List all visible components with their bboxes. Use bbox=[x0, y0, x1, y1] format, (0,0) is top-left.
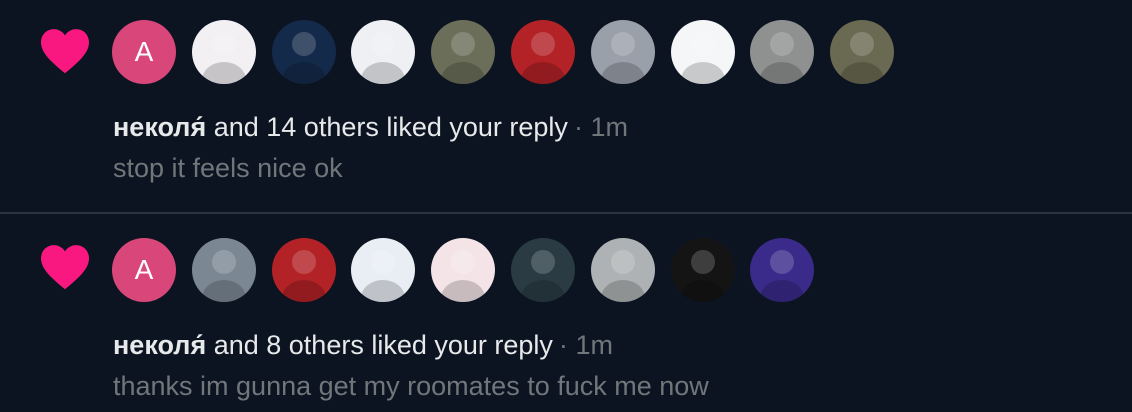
avatar-image bbox=[760, 250, 805, 302]
avatar-image bbox=[600, 250, 645, 302]
avatar-image bbox=[840, 32, 885, 84]
avatar-image bbox=[201, 32, 246, 84]
avatar[interactable] bbox=[191, 20, 256, 84]
avatar[interactable]: A bbox=[112, 238, 176, 302]
heart-icon bbox=[41, 245, 89, 290]
timestamp: 1m bbox=[590, 112, 628, 142]
avatar-image bbox=[520, 250, 565, 302]
avatar[interactable] bbox=[590, 20, 655, 84]
avatar-image bbox=[441, 250, 486, 302]
avatar-image bbox=[760, 32, 805, 84]
avatar-letter: A bbox=[134, 254, 154, 285]
avatar-image bbox=[600, 32, 645, 84]
avatar[interactable] bbox=[670, 20, 735, 84]
like-notification[interactable]: A неколя́ and 14 others liked your reply… bbox=[0, 0, 1132, 212]
notification-action-text: and 8 others liked your reply bbox=[206, 330, 553, 360]
notification-summary: неколя́ and 8 others liked your reply · 1… bbox=[113, 330, 613, 361]
avatar[interactable] bbox=[670, 238, 735, 302]
avatar[interactable]: A bbox=[112, 20, 176, 84]
avatar[interactable] bbox=[590, 238, 655, 302]
avatar[interactable] bbox=[750, 20, 815, 84]
avatar[interactable] bbox=[750, 238, 815, 302]
avatar-image bbox=[361, 250, 406, 302]
notification-action-text: and 14 others liked your reply bbox=[206, 112, 568, 142]
avatar[interactable] bbox=[271, 20, 336, 84]
notification-summary: неколя́ and 14 others liked your reply · … bbox=[113, 112, 628, 143]
liker-name-link[interactable]: неколя́ bbox=[113, 112, 206, 142]
avatar[interactable] bbox=[191, 238, 256, 302]
reply-text[interactable]: thanks im gunna get my roomates to fuck … bbox=[113, 371, 709, 402]
avatar[interactable] bbox=[431, 238, 496, 302]
liker-avatars: A bbox=[112, 238, 815, 302]
heart-icon bbox=[41, 29, 89, 74]
separator-dot: · bbox=[573, 112, 583, 142]
avatar[interactable] bbox=[510, 238, 575, 302]
avatar-letter: A bbox=[134, 36, 154, 67]
avatar-image bbox=[680, 250, 725, 302]
avatar-image bbox=[281, 250, 326, 302]
avatar-image bbox=[281, 32, 326, 84]
avatar[interactable] bbox=[351, 238, 416, 302]
like-notification[interactable]: A неколя́ and 8 others liked your reply ·… bbox=[0, 214, 1132, 412]
reply-text[interactable]: stop it feels nice ok bbox=[113, 153, 343, 184]
avatar[interactable] bbox=[431, 20, 496, 84]
avatar-image bbox=[520, 32, 565, 84]
avatar[interactable] bbox=[271, 238, 336, 302]
avatar-image bbox=[680, 32, 725, 84]
liker-name-link[interactable]: неколя́ bbox=[113, 330, 206, 360]
avatar[interactable] bbox=[351, 20, 416, 84]
separator-dot: · bbox=[558, 330, 568, 360]
avatar-image bbox=[361, 32, 406, 84]
avatar-image bbox=[441, 32, 486, 84]
avatar-image bbox=[201, 250, 246, 302]
avatar[interactable] bbox=[830, 20, 895, 84]
avatar[interactable] bbox=[510, 20, 575, 84]
timestamp: 1m bbox=[575, 330, 613, 360]
liker-avatars: A bbox=[112, 20, 895, 84]
